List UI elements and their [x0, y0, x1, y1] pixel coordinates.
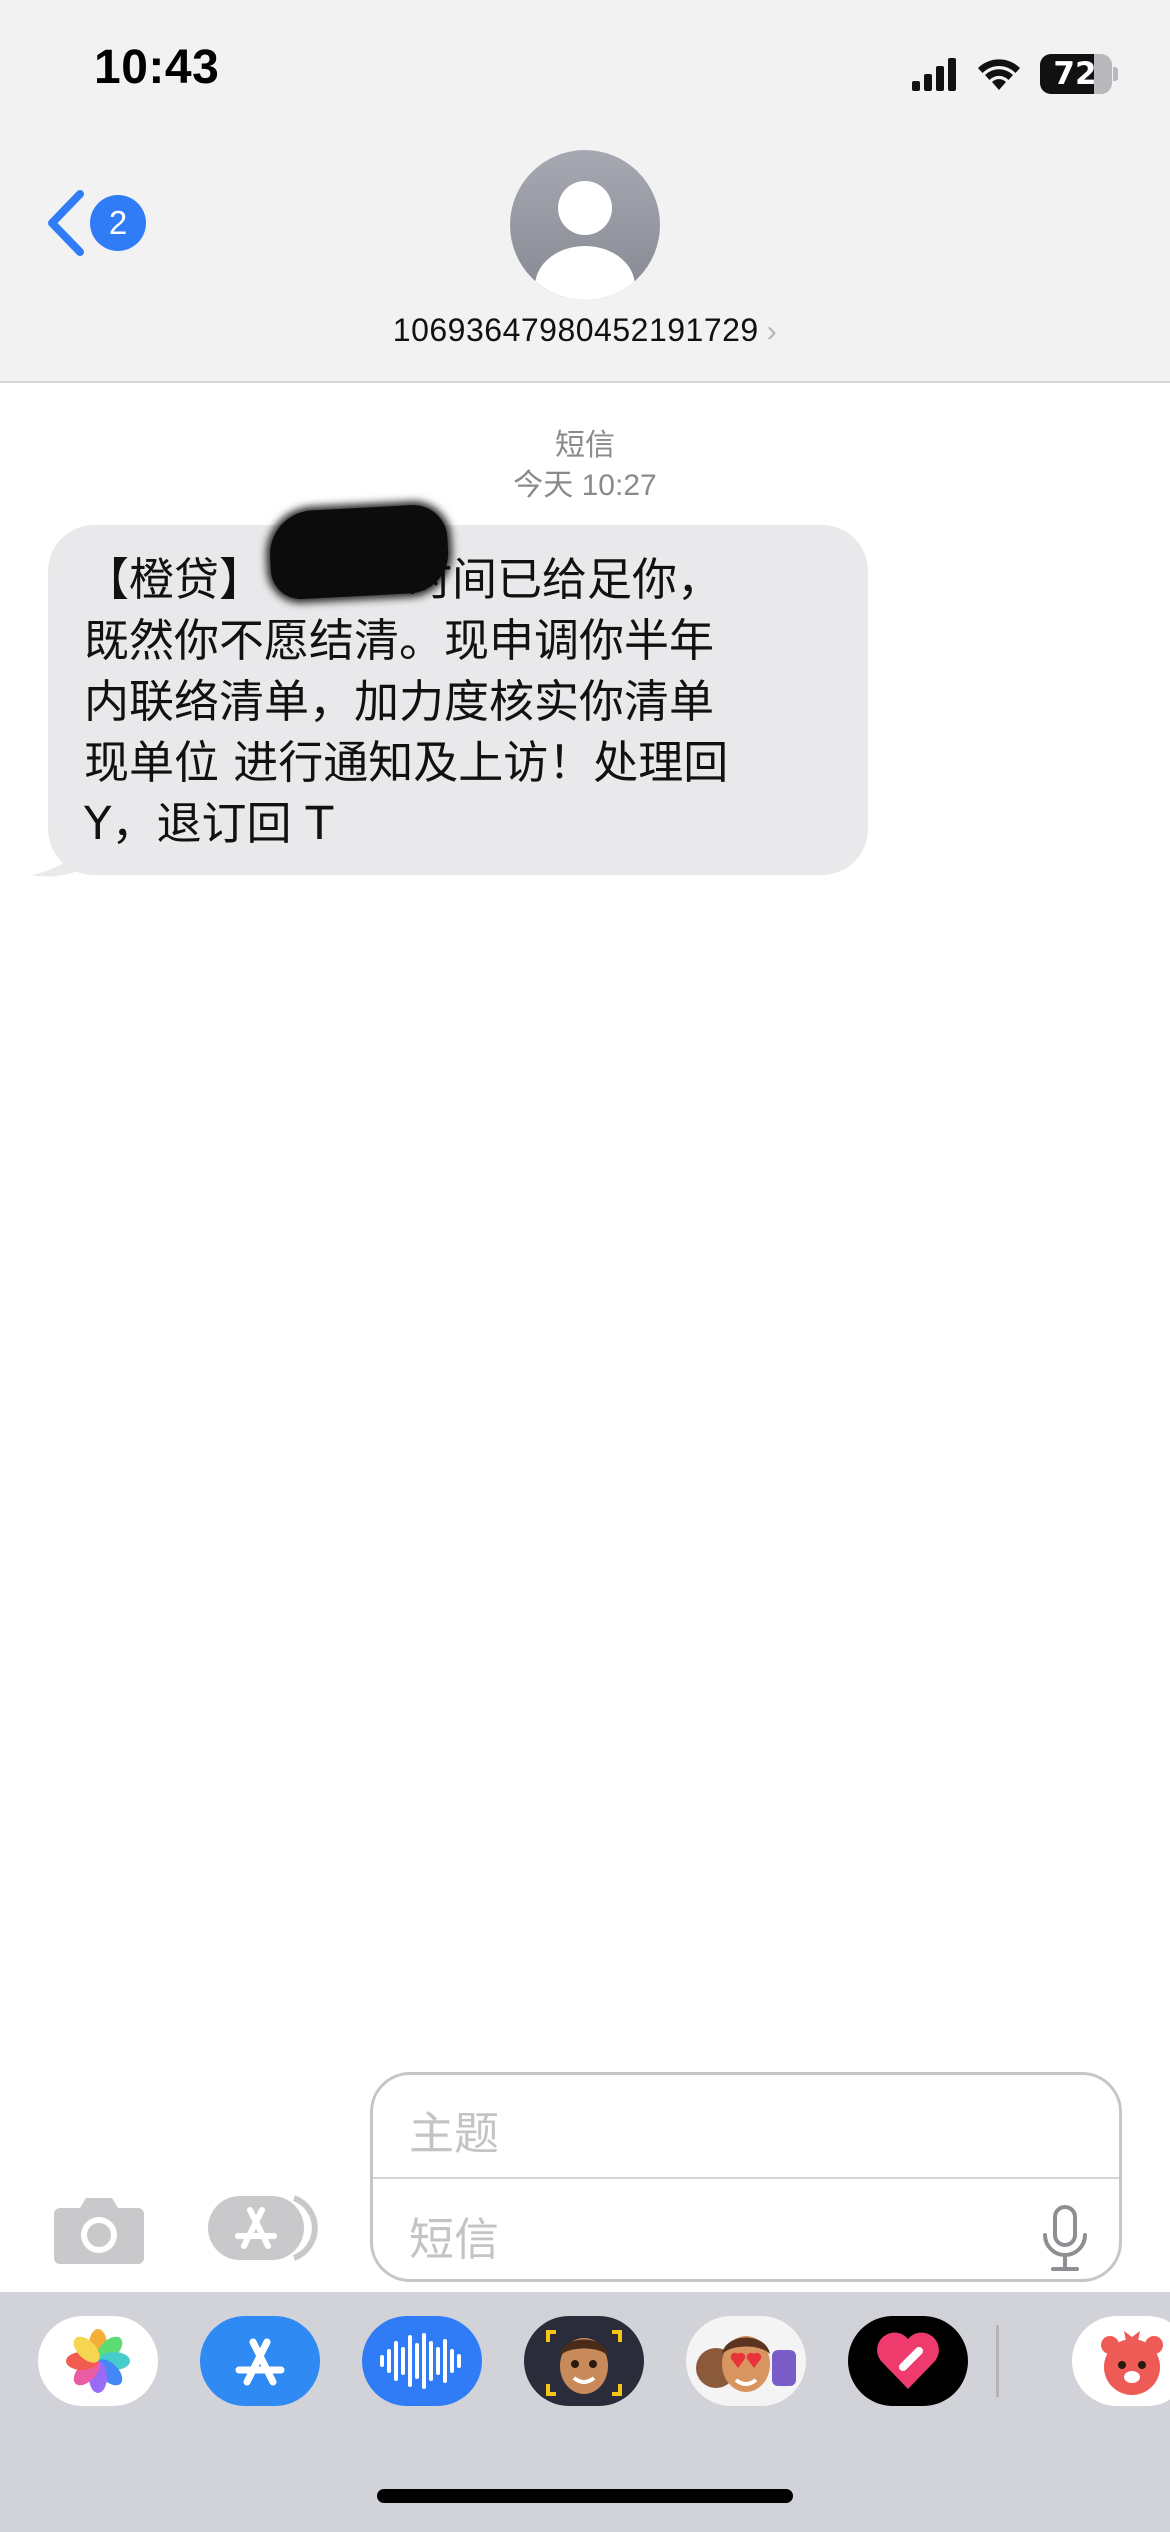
app-store-icon[interactable] [208, 2192, 320, 2264]
memoji-app-icon[interactable] [524, 2316, 644, 2406]
back-button[interactable]: 2 [46, 190, 146, 256]
contact-avatar[interactable] [510, 150, 660, 300]
audio-message-app-icon[interactable] [362, 2316, 482, 2406]
sticker-app-icon[interactable] [1072, 2316, 1170, 2406]
conversation-header: 10:43 72 2 [0, 0, 1170, 383]
digital-touch-app-icon[interactable] [848, 2316, 968, 2406]
message-text: 【橙贷】 时间已给足你， 既然你不愿结清。现申调你半年 内联络清单，加力度核实你… [84, 553, 729, 850]
chevron-left-icon [48, 190, 84, 256]
unread-count-badge: 2 [90, 195, 146, 251]
service-label: 短信 [555, 429, 615, 462]
camera-icon[interactable] [52, 2190, 146, 2266]
redaction-mark [267, 503, 451, 601]
battery-icon: 72 [1040, 54, 1118, 94]
message-input[interactable] [407, 2203, 971, 2275]
memoji-stickers-app-icon[interactable] [686, 2316, 806, 2406]
status-icons: 72 [912, 50, 1118, 98]
subject-input[interactable] [407, 2097, 971, 2169]
contact-number: 1069364798045219172​9 [392, 312, 759, 348]
person-silhouette-icon [535, 181, 635, 300]
microphone-icon[interactable] [1037, 2203, 1093, 2275]
photos-app-icon[interactable] [38, 2316, 158, 2406]
message-timestamp: 今天 10:27 [513, 469, 657, 502]
cellular-signal-icon [912, 58, 956, 91]
drawer-divider [996, 2325, 999, 2397]
chevron-right-icon: › [766, 315, 778, 348]
message-composer[interactable] [370, 2072, 1122, 2282]
composer-divider [373, 2177, 1119, 2179]
status-time: 10:43 [94, 41, 220, 94]
incoming-message-bubble[interactable]: 【橙贷】 时间已给足你， 既然你不愿结清。现申调你半年 内联络清单，加力度核实你… [48, 525, 868, 875]
wifi-icon [978, 59, 1020, 90]
contact-name-button[interactable]: 1069364798045219172​9 › [0, 312, 1170, 349]
app-store-app-icon[interactable] [200, 2316, 320, 2406]
home-indicator[interactable] [377, 2489, 793, 2503]
battery-level-text: 72 [1053, 56, 1097, 92]
